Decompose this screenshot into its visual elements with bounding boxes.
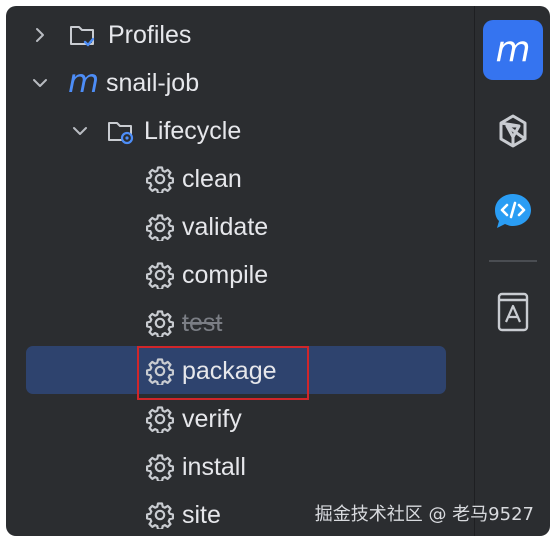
lifecycle-phase-install[interactable]: install (6, 445, 468, 489)
lifecycle-phase-clean[interactable]: clean (6, 157, 468, 201)
lifecycle-phase-compile[interactable]: compile (6, 253, 468, 297)
chevron-down-icon[interactable] (30, 73, 50, 93)
folder-lifecycle-icon (108, 122, 134, 145)
code-bubble-icon (495, 194, 531, 228)
highlight-annotation-box (137, 346, 309, 400)
book-icon[interactable] (483, 282, 543, 342)
tree-node-profiles[interactable]: Profiles (6, 13, 468, 57)
lifecycle-phase-validate[interactable]: validate (6, 205, 468, 249)
chevron-down-icon[interactable] (70, 121, 90, 141)
gear-icon (146, 454, 174, 481)
maven-tool-window: Profiles m snail-job Lifecycle clean val… (6, 6, 550, 536)
gear-icon (146, 406, 174, 433)
gear-icon (146, 166, 174, 193)
gear-icon (146, 310, 174, 337)
maven-icon[interactable]: m (483, 20, 543, 80)
project-label: snail-job (106, 68, 200, 97)
strip-divider (489, 260, 537, 262)
profiles-label: Profiles (108, 20, 192, 49)
maven-tree: Profiles m snail-job Lifecycle clean val… (6, 6, 468, 536)
code-chat-icon[interactable] (483, 182, 543, 242)
phase-label: compile (182, 260, 269, 289)
gear-icon (146, 214, 174, 241)
folder-profiles-icon (70, 26, 95, 47)
tree-node-lifecycle[interactable]: Lifecycle (6, 109, 468, 153)
phase-label: verify (182, 404, 242, 433)
phase-label: site (182, 500, 221, 529)
lifecycle-phase-verify[interactable]: verify (6, 397, 468, 441)
gear-icon (146, 262, 174, 289)
phase-label-skipped: test (182, 308, 223, 337)
gear-icon (146, 502, 174, 529)
chevron-right-icon[interactable] (30, 25, 50, 45)
tree-node-project[interactable]: m snail-job (6, 61, 468, 105)
watermark-text: 掘金技术社区 @ 老马9527 (314, 504, 534, 525)
book-glyph-icon (497, 292, 529, 332)
ai-assistant-icon[interactable] (483, 102, 543, 162)
maven-letter: m (495, 29, 531, 70)
maven-project-icon: m (68, 62, 100, 100)
tool-window-strip: m (474, 6, 550, 536)
phase-label: install (182, 452, 246, 481)
lifecycle-phase-test[interactable]: test (6, 301, 468, 345)
phase-label: clean (182, 164, 242, 193)
ai-assistant-glyph-icon (499, 114, 527, 148)
lifecycle-label: Lifecycle (144, 116, 242, 145)
phase-label: validate (182, 212, 269, 241)
